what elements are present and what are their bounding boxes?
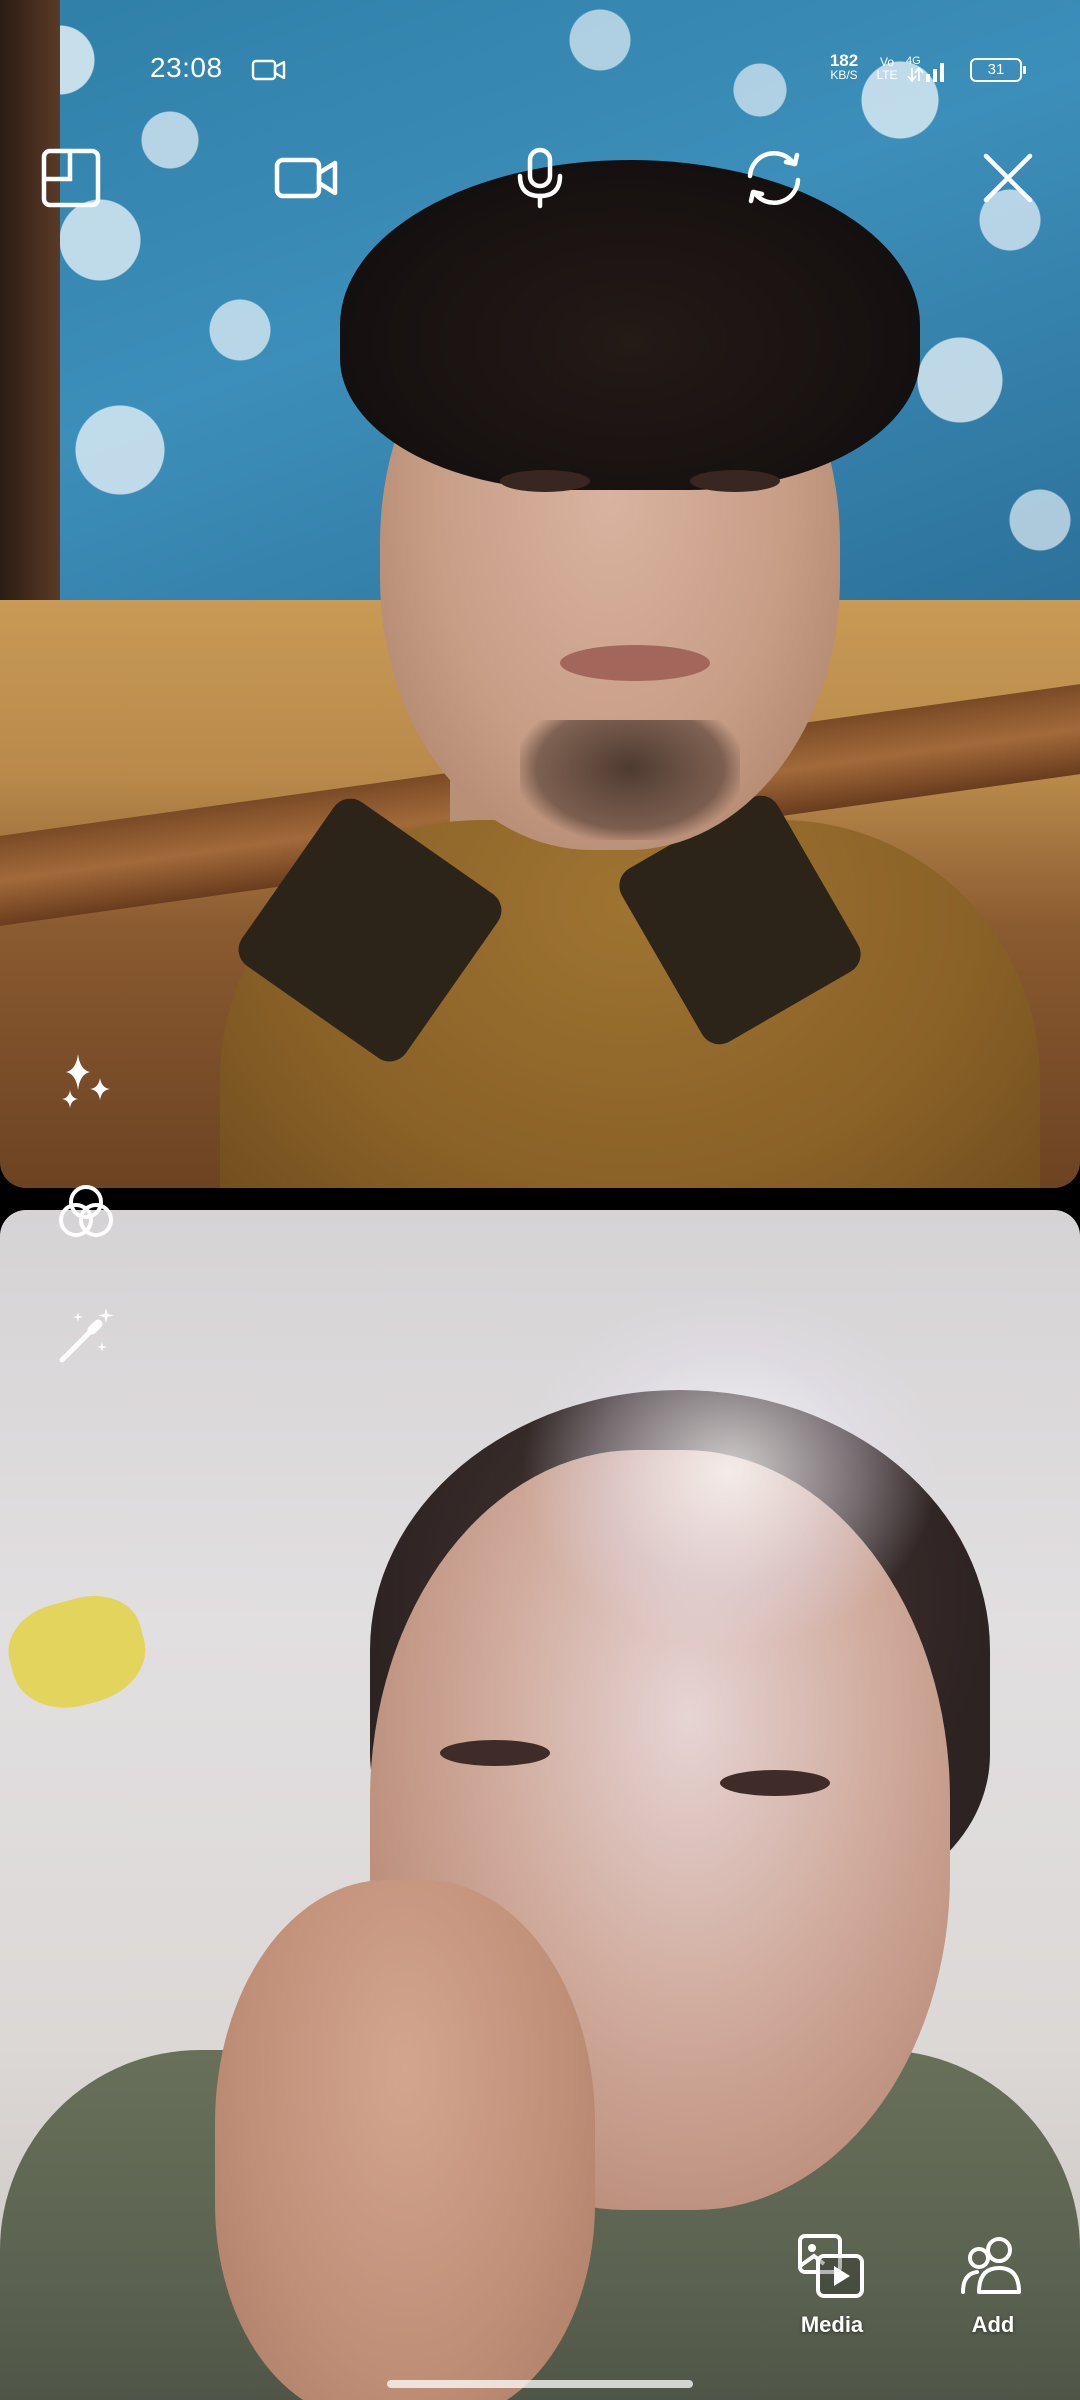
status-bar: 23:08 182 KB/S Vo LTE 4G 31 bbox=[0, 0, 1080, 140]
volte-bottom: LTE bbox=[876, 68, 898, 82]
pip-button[interactable] bbox=[33, 140, 109, 216]
media-icon bbox=[798, 2234, 864, 2298]
network-speed-value: 182 bbox=[829, 51, 859, 70]
network-type: 4G bbox=[906, 55, 921, 67]
screen-record-icon bbox=[251, 59, 286, 81]
beauty-button[interactable] bbox=[50, 1300, 122, 1372]
participant-mouth bbox=[560, 645, 710, 681]
add-participant-button[interactable]: Add bbox=[938, 2230, 1048, 2338]
participant-hair bbox=[340, 160, 920, 490]
media-button[interactable]: Media bbox=[777, 2230, 887, 2338]
volte-icon: Vo LTE bbox=[874, 56, 900, 82]
battery-level: 31 bbox=[987, 61, 1005, 78]
battery-icon: 31 bbox=[970, 58, 1026, 82]
switch-camera-icon bbox=[747, 150, 801, 206]
light-glare bbox=[520, 1290, 940, 1650]
signal-icon: 4G bbox=[906, 55, 944, 83]
add-user-icon bbox=[961, 2237, 1021, 2294]
participant-eye-right bbox=[720, 1770, 830, 1796]
network-speed-unit: KB/S bbox=[830, 68, 858, 82]
switch-camera-button[interactable] bbox=[736, 140, 812, 216]
mute-button[interactable] bbox=[502, 140, 578, 216]
filters-button[interactable] bbox=[50, 1176, 122, 1248]
participant-hand bbox=[215, 1880, 595, 2400]
video-camera-icon bbox=[274, 157, 338, 199]
status-time: 23:08 bbox=[150, 52, 223, 83]
participant-eye-right bbox=[690, 470, 780, 492]
add-label: Add bbox=[971, 2312, 1015, 2337]
participant-eye-left bbox=[500, 470, 590, 492]
microphone-icon bbox=[517, 147, 563, 209]
magic-wand-icon bbox=[59, 1308, 114, 1363]
video-toggle-button[interactable] bbox=[268, 140, 344, 216]
pip-icon bbox=[41, 148, 101, 208]
media-label: Media bbox=[800, 2312, 864, 2337]
effects-button[interactable] bbox=[50, 1046, 122, 1118]
sparkles-icon bbox=[62, 1054, 110, 1108]
home-indicator[interactable] bbox=[387, 2380, 693, 2388]
video-tile-bottom[interactable] bbox=[0, 1210, 1080, 2400]
close-icon bbox=[983, 153, 1033, 203]
network-speed: 182 KB/S bbox=[824, 51, 864, 82]
participant-beard bbox=[520, 720, 740, 840]
participant-eye-left bbox=[440, 1740, 550, 1766]
end-call-button[interactable] bbox=[970, 140, 1046, 216]
filters-icon bbox=[59, 1185, 113, 1237]
